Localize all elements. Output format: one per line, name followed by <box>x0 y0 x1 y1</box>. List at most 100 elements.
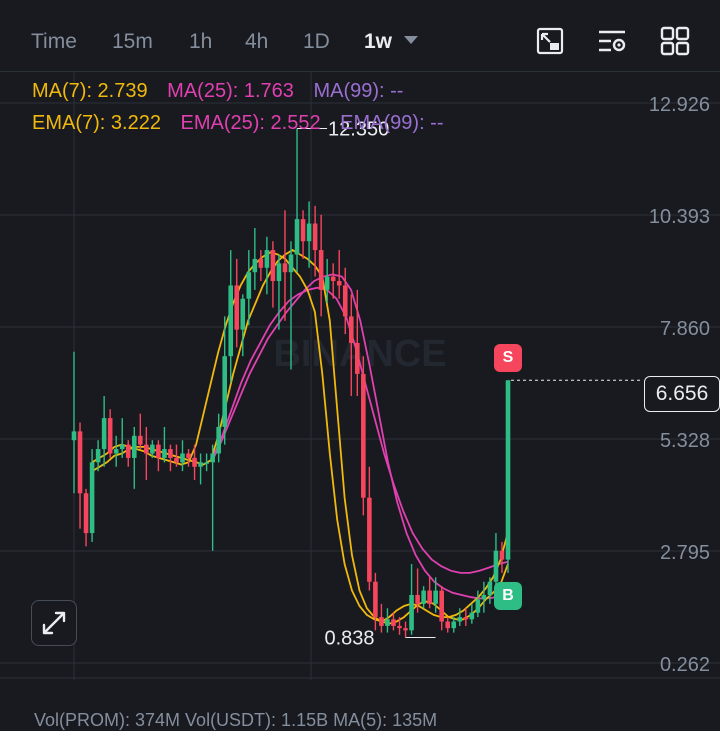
candle-body <box>330 276 336 282</box>
candle-body <box>174 457 179 463</box>
candle-body <box>150 444 155 454</box>
candle-body <box>379 617 384 626</box>
candle-body <box>427 590 432 604</box>
candle <box>162 426 167 463</box>
candle-body <box>234 285 240 330</box>
candle <box>180 440 185 472</box>
tab-15m[interactable]: 15m <box>112 30 153 54</box>
volume-legend-partial: Vol(PROM): 374M Vol(USDT): 1.15B MA(5): … <box>34 710 438 730</box>
chart-expand-icon[interactable] <box>535 26 565 56</box>
candle-body <box>385 619 390 626</box>
sell-signal-badge[interactable]: S <box>494 344 522 372</box>
candle-body <box>318 250 324 290</box>
candle-body <box>125 444 131 458</box>
tab-1d[interactable]: 1D <box>303 30 330 54</box>
candle <box>125 440 131 467</box>
candle <box>71 351 77 494</box>
candle <box>156 440 161 472</box>
y-tick-label: 7.860 <box>660 318 710 340</box>
legend-ma25: MA(25): 1.763 <box>167 80 294 102</box>
candle-body <box>95 449 101 463</box>
candle-body <box>162 449 167 458</box>
candle-body <box>445 621 451 629</box>
grid-layout-icon[interactable] <box>660 26 690 56</box>
y-tick-label: 5.328 <box>660 430 710 452</box>
candle-body <box>198 462 203 467</box>
candle-body <box>409 594 414 631</box>
candle-body <box>391 619 396 626</box>
candle-body <box>240 298 246 330</box>
legend-ema25: EMA(25): 2.552 <box>180 112 321 134</box>
expand-arrows-icon <box>42 611 66 635</box>
candle-body <box>451 621 457 629</box>
candle <box>361 356 366 516</box>
candle <box>439 586 444 631</box>
candlestick-chart[interactable]: BINANCE 12.926 10.393 7.860 5.328 2.795 0.262… <box>0 72 720 680</box>
candle-body <box>89 462 95 534</box>
candle-body <box>481 594 487 600</box>
fullscreen-button[interactable] <box>31 600 77 646</box>
candle <box>186 449 191 467</box>
candle <box>373 572 378 631</box>
tab-4h[interactable]: 4h <box>245 30 268 54</box>
moving-average-lines <box>91 249 509 625</box>
candle <box>318 214 324 317</box>
candle-body <box>499 550 505 560</box>
indicator-settings-icon[interactable] <box>597 26 627 56</box>
candle-body <box>71 431 77 441</box>
y-tick-label: 12.926 <box>649 94 710 116</box>
chevron-down-icon[interactable] <box>404 36 418 44</box>
candle <box>83 488 89 547</box>
candle-body <box>131 435 137 458</box>
candle-body <box>415 594 420 604</box>
candle <box>379 603 384 633</box>
candle-body <box>282 263 288 273</box>
candle-body <box>138 435 143 445</box>
candle-body <box>252 258 258 273</box>
candle <box>113 435 119 467</box>
candle <box>421 586 426 609</box>
candle <box>336 250 342 299</box>
candle <box>131 426 137 489</box>
candle <box>204 453 209 472</box>
candle-body <box>487 581 493 595</box>
candle-body <box>113 449 119 454</box>
candle-body <box>397 625 402 629</box>
candle-body <box>186 453 191 458</box>
candle-body <box>475 599 481 613</box>
candle <box>385 608 390 633</box>
tab-1w[interactable]: 1w <box>364 30 392 54</box>
candle-body <box>348 316 354 343</box>
tab-1h[interactable]: 1h <box>189 30 212 54</box>
ema-legend: EMA(7): 3.222 EMA(25): 2.552 EMA(99): -- <box>32 112 444 135</box>
candle-body <box>439 590 444 622</box>
candle <box>216 413 221 463</box>
candle-body <box>83 493 89 534</box>
current-price-tag: 6.656 <box>644 376 720 412</box>
candle <box>427 577 432 609</box>
legend-ema7: EMA(7): 3.222 <box>32 112 161 134</box>
candle <box>107 409 113 458</box>
candle <box>270 241 276 308</box>
candle <box>168 444 173 472</box>
candle-body <box>505 380 511 560</box>
candle <box>367 466 372 591</box>
candle-body <box>403 628 408 631</box>
candle <box>258 250 264 282</box>
candle-body <box>336 281 342 286</box>
buy-signal-badge[interactable]: B <box>494 582 522 610</box>
tab-time[interactable]: Time <box>31 30 77 54</box>
candle-body <box>433 590 438 604</box>
watermark: BINANCE <box>273 333 446 375</box>
candle <box>228 250 234 383</box>
candle-body <box>168 449 173 458</box>
candle-body <box>361 373 366 498</box>
price-annotations: 12.3500.838 <box>297 118 643 650</box>
candle <box>469 603 475 624</box>
candle-body <box>312 223 318 251</box>
candle <box>445 617 451 633</box>
candle <box>89 449 95 542</box>
candle-body <box>107 418 113 454</box>
candle <box>403 621 408 638</box>
candle-body <box>324 276 330 290</box>
